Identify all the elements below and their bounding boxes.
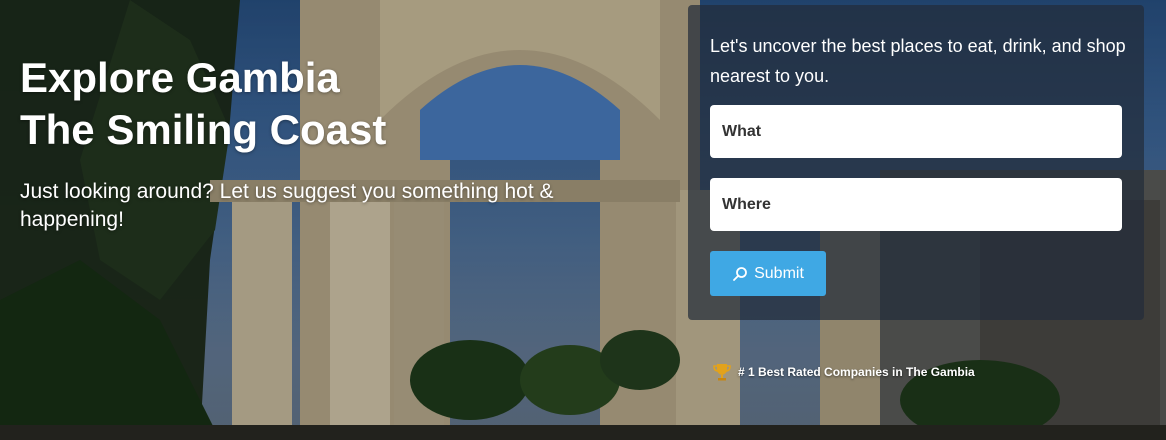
search-intro-text: Let's uncover the best places to eat, dr… [710,36,1126,86]
rating-badge: # 1 Best Rated Companies in The Gambia [712,362,975,382]
search-icon [732,266,748,282]
submit-label: Submit [754,264,804,282]
where-input[interactable] [710,178,1122,231]
page-title-line-2: The Smiling Coast [20,106,387,153]
page-title-line-1: Explore Gambia [20,54,340,101]
search-panel: Let's uncover the best places to eat, dr… [688,5,1144,320]
page-title: Explore Gambia The Smiling Coast [20,52,386,156]
rating-badge-text: # 1 Best Rated Companies in The Gambia [738,365,975,379]
what-input[interactable] [710,105,1122,158]
trophy-icon [712,362,732,382]
hero-subtitle: Just looking around? Let us suggest you … [20,180,554,231]
submit-button[interactable]: Submit [710,251,826,296]
